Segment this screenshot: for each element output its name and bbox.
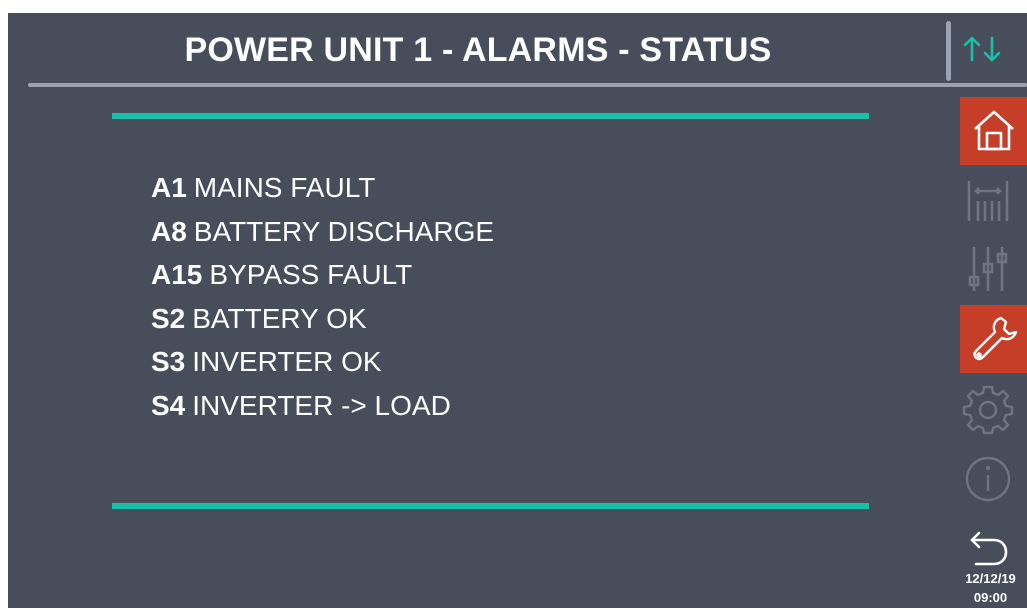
alarm-code: A1: [151, 172, 187, 203]
sidebar-item-service[interactable]: [960, 305, 1027, 373]
alarm-code: S3: [151, 346, 186, 377]
alarm-code: S4: [151, 389, 186, 421]
header-rule: [28, 83, 1027, 87]
alarm-code: A15: [151, 259, 203, 290]
header-divider: [946, 21, 951, 81]
list-item: S3 INVERTER OK: [151, 340, 494, 384]
alarm-text: INVERTER -> LOAD: [192, 389, 451, 421]
list-bottom-divider: [112, 503, 869, 509]
alarm-text: MAINS FAULT: [193, 172, 376, 203]
measurements-icon: [967, 181, 1009, 221]
alarm-status-list: A1 MAINS FAULT A8 BATTERY DISCHARGE A15 BYP…: [151, 166, 494, 427]
sidebar-item-home[interactable]: [960, 97, 1027, 165]
alarm-code: A8: [151, 215, 187, 247]
list-item: S2 BATTERY OK: [151, 297, 494, 341]
status-datetime: 12/12/19 09:00: [954, 569, 1027, 607]
list-top-divider: [112, 113, 869, 119]
wrench-icon: [972, 316, 1017, 361]
alarm-code: S2: [151, 302, 186, 334]
sidebar-item-settings[interactable]: [953, 375, 1023, 443]
sidebar-item-measurements[interactable]: [953, 167, 1023, 235]
gear-icon: [962, 385, 1014, 435]
sidebar-item-info[interactable]: [953, 445, 1023, 513]
back-arrow-icon: [970, 531, 1008, 566]
up-down-arrows-icon[interactable]: [956, 27, 1008, 71]
page-title: POWER UNIT 1 - ALARMS - STATUS: [184, 31, 772, 69]
sliders-icon: [968, 247, 1008, 291]
home-icon: [973, 110, 1014, 151]
alarm-text: BYPASS FAULT: [209, 259, 413, 290]
list-item: A1 MAINS FAULT: [151, 166, 494, 210]
alarm-text: BATTERY DISCHARGE: [193, 215, 495, 247]
alarm-text: BATTERY OK: [192, 302, 367, 334]
list-item: A15 BYPASS FAULT: [151, 253, 494, 297]
hmi-screen: POWER UNIT 1 - ALARMS - STATUS A1 MAINS F…: [8, 13, 1027, 608]
status-time: 09:00: [973, 590, 1008, 605]
list-item: A8 BATTERY DISCHARGE: [151, 210, 494, 254]
list-item: S4 INVERTER -> LOAD: [151, 384, 494, 428]
info-icon: [965, 456, 1011, 502]
status-date: 12/12/19: [965, 571, 1016, 586]
alarm-text: INVERTER OK: [192, 346, 382, 377]
sidebar-item-sliders[interactable]: [953, 235, 1023, 303]
